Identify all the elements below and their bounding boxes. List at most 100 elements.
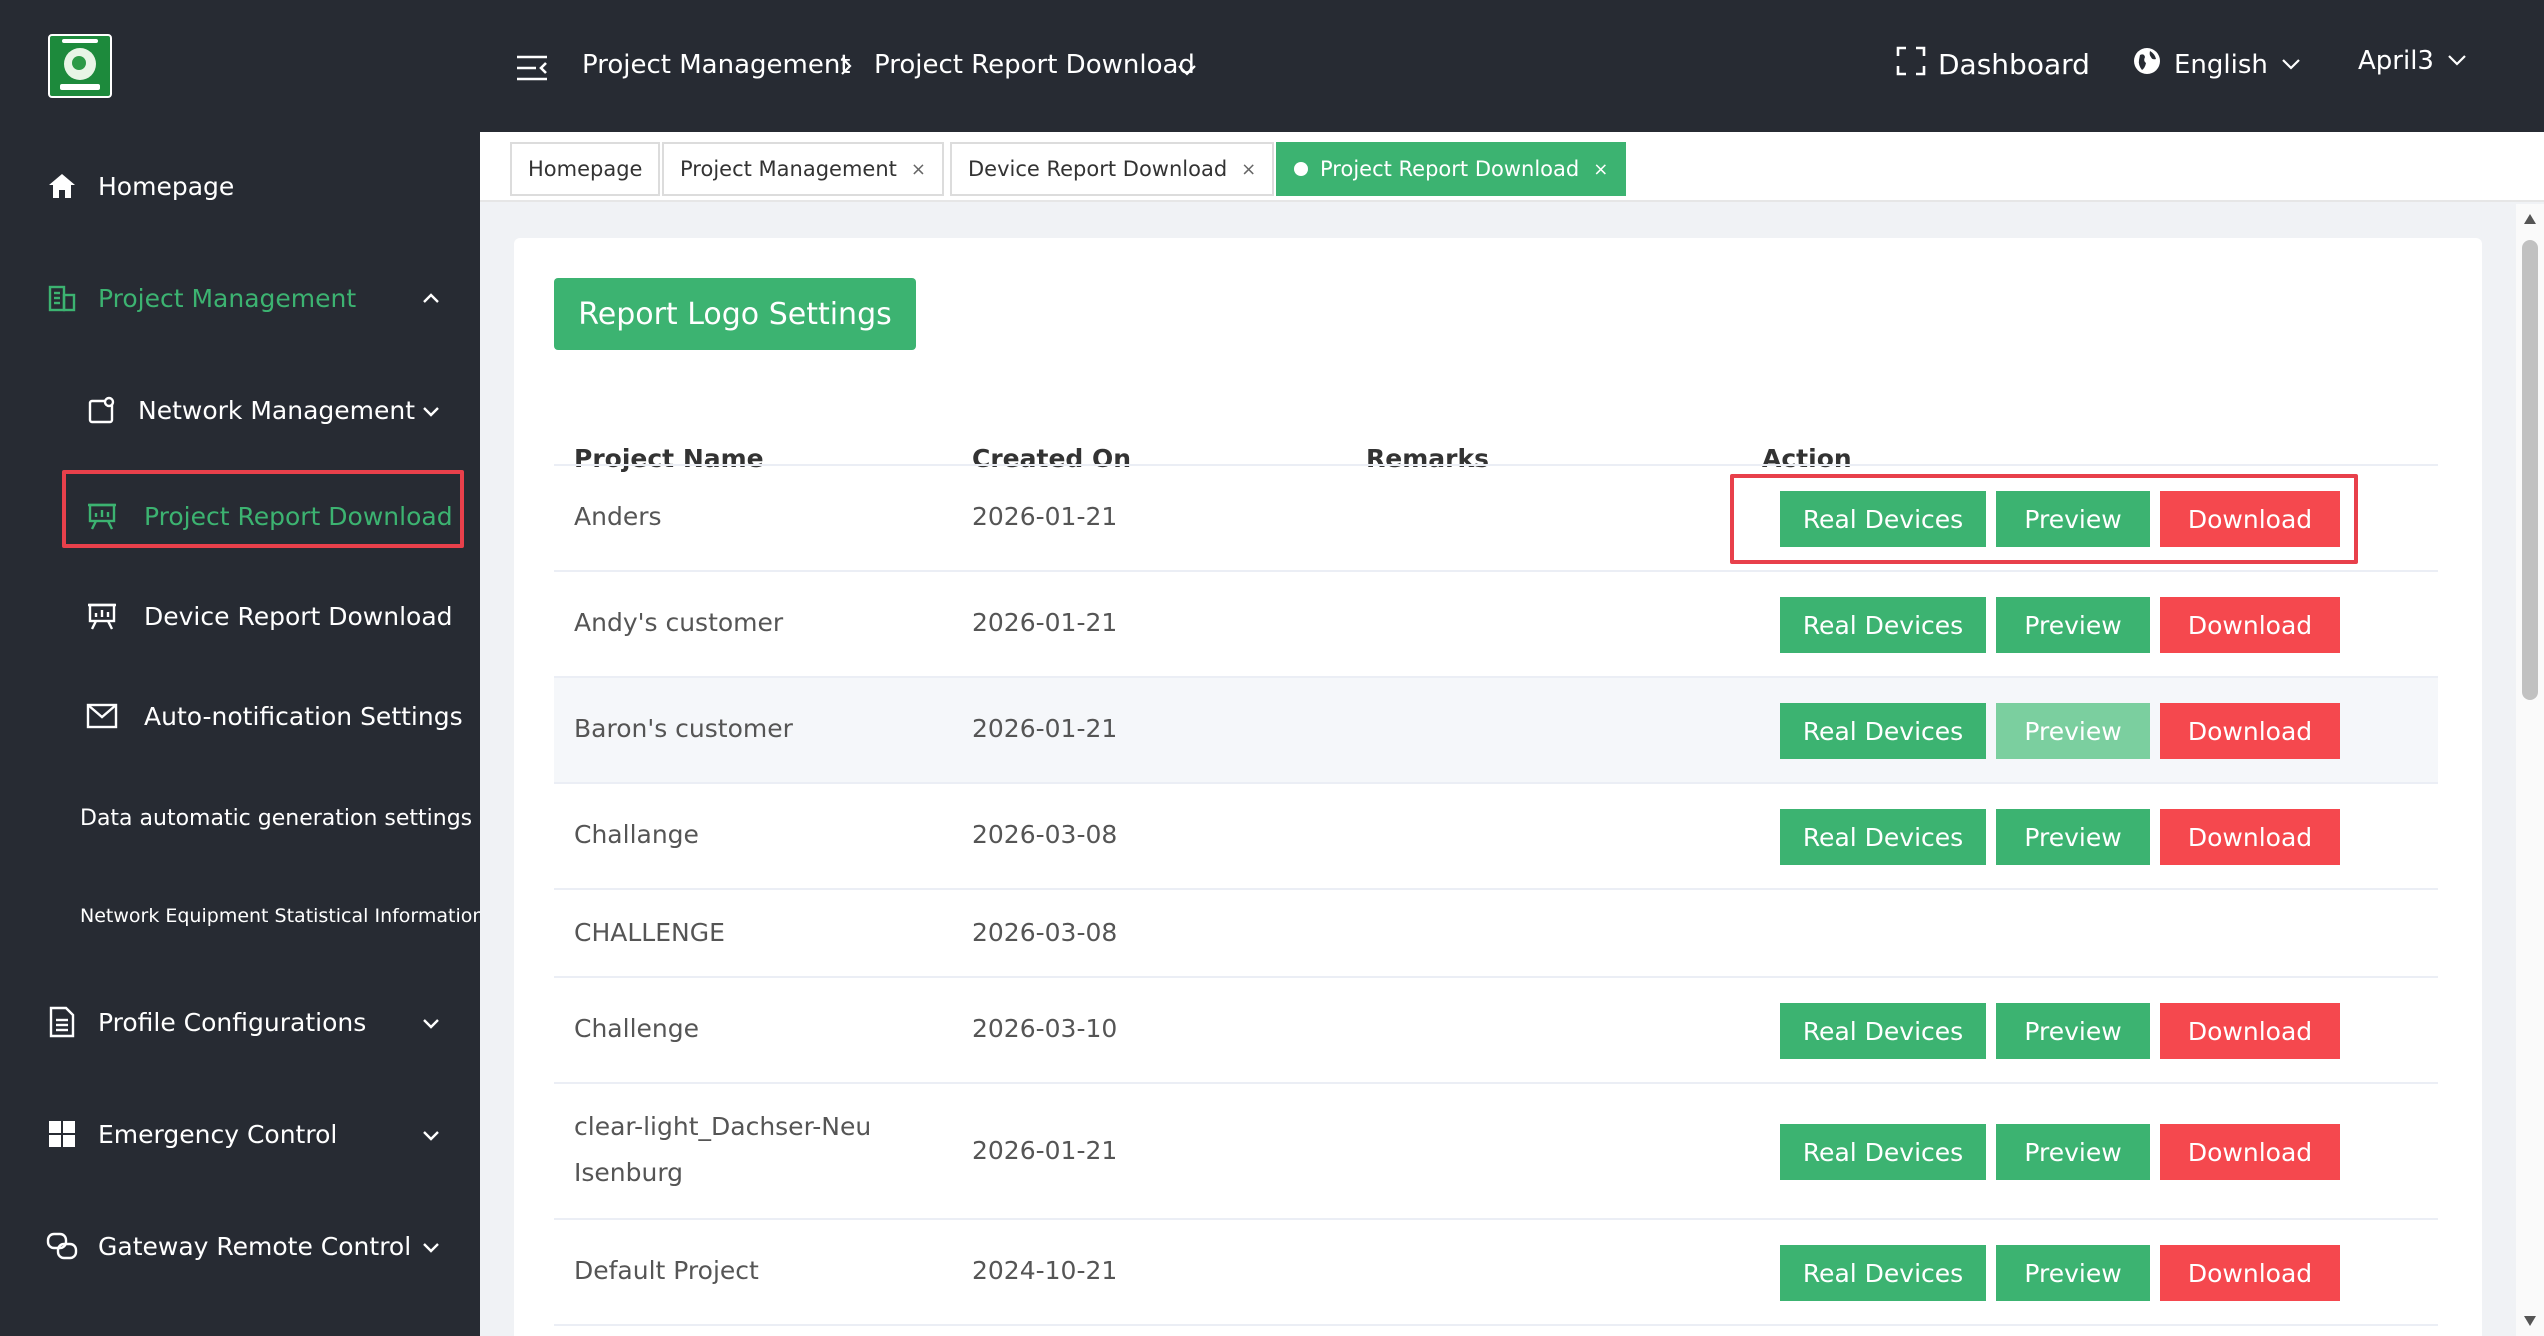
fullscreen-icon bbox=[1896, 46, 1926, 83]
sidebar-item-label: Network Equipment Statistical Informatio… bbox=[80, 905, 485, 927]
cell-created-on: 2024-10-21 bbox=[972, 1256, 1118, 1285]
sidebar-item-emergency-control[interactable]: Emergency Control bbox=[0, 1094, 480, 1174]
table-row: Andy's customer 2026-01-21 Real Devices … bbox=[554, 572, 2438, 678]
real-devices-button[interactable]: Real Devices bbox=[1780, 1245, 1986, 1301]
scroll-thumb[interactable] bbox=[2522, 240, 2538, 700]
download-button[interactable]: Download bbox=[2160, 1245, 2340, 1301]
sidebar-item-profile-configurations[interactable]: Profile Configurations bbox=[0, 982, 480, 1062]
sidebar-item-label: Device Report Download bbox=[144, 601, 453, 631]
chevron-down-icon bbox=[420, 399, 442, 421]
cell-created-on: 2026-03-08 bbox=[972, 820, 1118, 849]
table-row: Baron's customer 2026-01-21 Real Devices… bbox=[554, 678, 2438, 784]
tab-homepage[interactable]: Homepage bbox=[510, 142, 661, 196]
preview-button[interactable]: Preview bbox=[1996, 597, 2150, 653]
real-devices-button[interactable]: Real Devices bbox=[1780, 1003, 1986, 1059]
cell-project-name: CHALLENGE bbox=[574, 918, 725, 947]
dashboard-button[interactable]: Dashboard bbox=[1896, 46, 2090, 83]
close-icon[interactable]: × bbox=[911, 159, 926, 180]
scroll-down-icon[interactable] bbox=[2524, 1316, 2536, 1326]
sidebar-item-label: Homepage bbox=[98, 171, 235, 201]
sidebar-item-label: Emergency Control bbox=[98, 1119, 338, 1149]
cell-project-name: Anders bbox=[574, 502, 662, 531]
chevron-down-icon bbox=[2446, 46, 2468, 76]
cell-project-name: Baron's customer bbox=[574, 714, 793, 743]
link-icon bbox=[46, 1230, 78, 1262]
breadcrumb-project-management[interactable]: Project Management bbox=[582, 50, 851, 80]
sidebar-item-label: Network Management bbox=[138, 395, 416, 425]
user-menu[interactable]: April3 bbox=[2358, 46, 2468, 76]
real-devices-button[interactable]: Real Devices bbox=[1780, 703, 1986, 759]
brand-logo bbox=[48, 34, 112, 98]
real-devices-button[interactable]: Real Devices bbox=[1780, 809, 1986, 865]
language-select[interactable]: English bbox=[2132, 46, 2302, 83]
report-logo-settings-button[interactable]: Report Logo Settings bbox=[554, 278, 916, 350]
main-content: Report Logo Settings Project Name Create… bbox=[480, 204, 2516, 1336]
download-button[interactable]: Download bbox=[2160, 1124, 2340, 1180]
cell-project-name: clear-light_Dachser-Neu Isenburg bbox=[574, 1112, 872, 1187]
tab-label: Homepage bbox=[528, 157, 643, 181]
close-icon[interactable]: × bbox=[1241, 159, 1256, 180]
real-devices-button[interactable]: Real Devices bbox=[1780, 1124, 1986, 1180]
sidebar-item-data-auto-generation[interactable]: Data automatic generation settings bbox=[0, 778, 480, 858]
cell-created-on: 2026-01-21 bbox=[972, 608, 1118, 637]
preview-button[interactable]: Preview bbox=[1996, 1003, 2150, 1059]
sidebar-item-label: Data automatic generation settings bbox=[80, 805, 473, 831]
preview-button[interactable]: Preview bbox=[1996, 1245, 2150, 1301]
sidebar-item-device-report-download[interactable]: Device Report Download bbox=[0, 576, 480, 656]
download-button[interactable]: Download bbox=[2160, 703, 2340, 759]
chevron-down-icon bbox=[420, 1011, 442, 1033]
breadcrumb-project-report-download[interactable]: Project Report Download bbox=[874, 50, 1195, 80]
chevron-down-icon bbox=[420, 1123, 442, 1145]
sidebar-item-network-equipment-stats[interactable]: Network Equipment Statistical Informatio… bbox=[0, 876, 484, 956]
table-row: CHALLENGE 2026-03-08 bbox=[554, 890, 2438, 978]
vertical-scrollbar[interactable] bbox=[2516, 204, 2544, 1336]
sidebar-item-gateway-remote-control[interactable]: Gateway Remote Control bbox=[0, 1206, 480, 1286]
download-button[interactable]: Download bbox=[2160, 1003, 2340, 1059]
tab-device-report-download[interactable]: Device Report Download × bbox=[950, 142, 1275, 196]
sidebar: Homepage Project Management Network Mana… bbox=[0, 0, 484, 1336]
home-icon bbox=[46, 170, 78, 202]
cell-project-name: Default Project bbox=[574, 1256, 759, 1285]
network-icon bbox=[86, 394, 118, 426]
sidebar-item-label: Auto-notification Settings bbox=[144, 701, 463, 731]
cell-project-name: Challenge bbox=[574, 1014, 699, 1043]
mail-icon bbox=[86, 700, 118, 732]
tab-project-report-download[interactable]: Project Report Download × bbox=[1276, 142, 1627, 196]
dashboard-label: Dashboard bbox=[1938, 48, 2090, 81]
scroll-up-icon[interactable] bbox=[2524, 214, 2536, 224]
highlight-box bbox=[1730, 474, 2358, 564]
chevron-down-icon bbox=[420, 1235, 442, 1257]
sidebar-item-auto-notification[interactable]: Auto-notification Settings bbox=[0, 676, 480, 756]
active-dot-icon bbox=[1294, 162, 1308, 176]
chevron-up-icon bbox=[420, 287, 442, 309]
real-devices-button[interactable]: Real Devices bbox=[1780, 597, 1986, 653]
cell-created-on: 2026-03-10 bbox=[972, 1014, 1118, 1043]
sidebar-item-label: Gateway Remote Control bbox=[98, 1231, 412, 1261]
preview-button[interactable]: Preview bbox=[1996, 809, 2150, 865]
tab-label: Project Report Download bbox=[1320, 157, 1580, 181]
cell-created-on: 2026-01-21 bbox=[972, 502, 1118, 531]
download-button[interactable]: Download bbox=[2160, 597, 2340, 653]
user-label: April3 bbox=[2358, 46, 2434, 76]
close-icon[interactable]: × bbox=[1593, 159, 1608, 180]
chevron-down-icon[interactable] bbox=[1176, 56, 1198, 86]
sidebar-item-project-management[interactable]: Project Management bbox=[0, 258, 480, 338]
top-header: Project Management Project Report Downlo… bbox=[480, 0, 2544, 132]
globe-icon bbox=[2132, 46, 2162, 83]
menu-toggle-icon[interactable] bbox=[516, 54, 548, 82]
download-button[interactable]: Download bbox=[2160, 809, 2340, 865]
cell-created-on: 2026-01-21 bbox=[972, 714, 1118, 743]
tab-project-management[interactable]: Project Management × bbox=[662, 142, 944, 196]
language-label: English bbox=[2174, 49, 2268, 80]
table-row: Challange 2026-03-08 Real Devices Previe… bbox=[554, 784, 2438, 890]
document-icon bbox=[46, 1006, 78, 1038]
sidebar-item-network-management[interactable]: Network Management bbox=[0, 370, 480, 450]
highlight-box bbox=[62, 470, 464, 548]
preview-button[interactable]: Preview bbox=[1996, 1124, 2150, 1180]
table-row: clear-light_Dachser-Neu Isenburg 2026-01… bbox=[554, 1084, 2438, 1220]
sidebar-item-homepage[interactable]: Homepage bbox=[0, 146, 480, 226]
cell-created-on: 2026-03-08 bbox=[972, 918, 1118, 947]
preview-button[interactable]: Preview bbox=[1996, 703, 2150, 759]
sidebar-item-label: Project Management bbox=[98, 283, 357, 313]
table-row: Default Project 2024-10-21 Real Devices … bbox=[554, 1220, 2438, 1326]
